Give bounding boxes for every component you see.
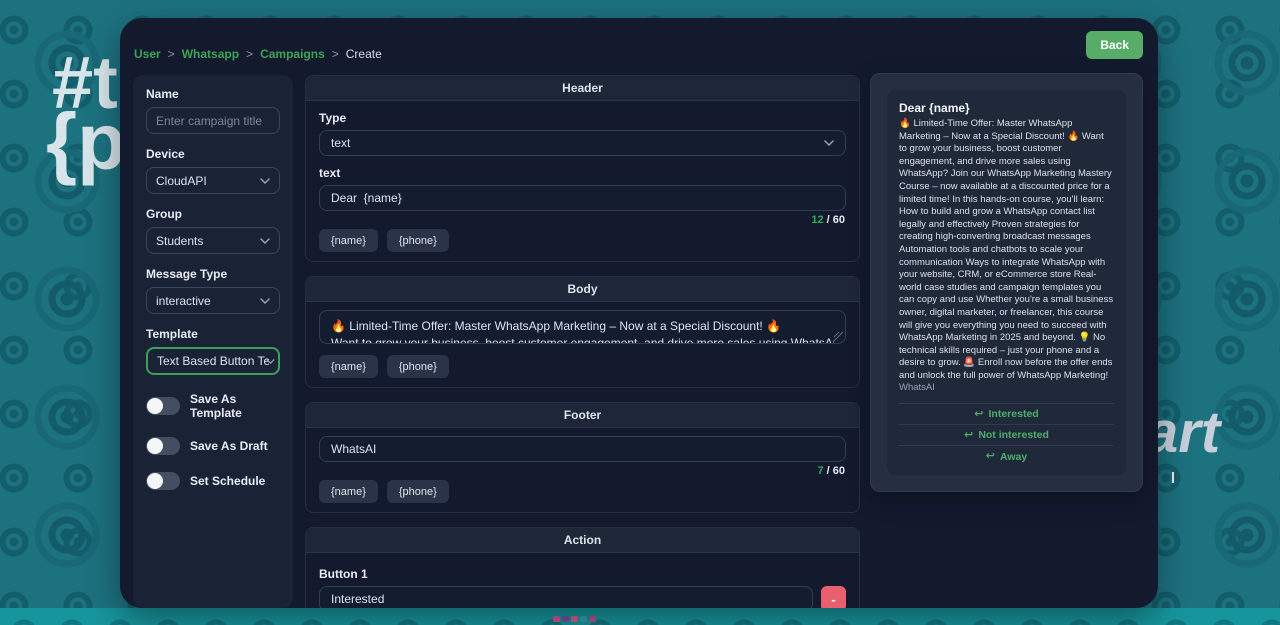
toggle-knob [147,438,163,454]
preview-button-label: Away [1000,451,1027,463]
header-type-label: Type [319,111,846,125]
template-field-group: Template Text Based Button Templat [146,327,280,375]
chevron-down-icon [824,140,834,146]
message-type-select[interactable]: interactive [146,287,280,314]
wallpaper-watermark [553,616,596,622]
group-select[interactable]: Students [146,227,280,254]
device-field-group: Device CloudAPI [146,147,280,194]
template-select[interactable]: Text Based Button Templat [146,347,280,375]
chevron-down-icon [260,298,270,304]
set-schedule-toggle[interactable]: Set Schedule [146,472,280,490]
action-section: Action Button 1 - Button 2 [305,527,860,608]
header-type-select[interactable]: text [319,130,846,156]
campaign-title-input[interactable] [146,107,280,134]
save-as-template-label: Save As Template [190,392,280,420]
header-text-input[interactable] [319,185,846,211]
set-schedule-label: Set Schedule [190,474,265,488]
breadcrumb-separator: > [168,47,175,61]
message-type-label: Message Type [146,267,280,281]
back-button[interactable]: Back [1086,31,1143,59]
message-type-field-group: Message Type interactive [146,267,280,314]
preview-button-label: Not interested [978,429,1049,441]
wallpaper-bottom-strip [0,608,1280,625]
action-section-title: Action [306,528,859,553]
message-type-select-value: interactive [156,294,211,308]
header-type-value: text [331,136,350,150]
insert-phone-variable-button[interactable]: {phone} [387,355,449,378]
device-select-value: CloudAPI [156,174,207,188]
message-preview-bubble: Dear {name} 🔥 Limited-Time Offer: Master… [887,90,1126,475]
preview-buttons: ↩ Interested ↩ Not interested ↩ Away [899,403,1114,467]
toggle-knob [147,398,163,414]
body-textarea[interactable]: 🔥 Limited-Time Offer: Master WhatsApp Ma… [319,310,846,344]
message-preview-card: Dear {name} 🔥 Limited-Time Offer: Master… [870,73,1143,492]
breadcrumb-whatsapp[interactable]: Whatsapp [182,47,239,61]
preview-button-interested[interactable]: ↩ Interested [899,404,1114,425]
campaign-settings-card: Name Device CloudAPI Group Students Mess… [133,75,293,608]
header-text-label: text [319,166,846,180]
breadcrumb-separator: > [246,47,253,61]
insert-phone-variable-button[interactable]: {phone} [387,229,449,252]
group-label: Group [146,207,280,221]
chevron-down-icon [260,238,270,244]
toggle-knob [147,473,163,489]
group-select-value: Students [156,234,203,248]
resize-handle[interactable] [834,332,843,341]
button1-text-input[interactable] [319,586,813,608]
insert-phone-variable-button[interactable]: {phone} [387,480,449,503]
footer-section: Footer 7 / 60 {name} {phone} [305,402,860,513]
preview-header-text: Dear {name} [899,101,1114,115]
save-as-template-toggle[interactable]: Save As Template [146,392,280,420]
insert-name-variable-button[interactable]: {name} [319,480,378,503]
footer-section-title: Footer [306,403,859,428]
wallpaper-mark [1172,472,1174,483]
breadcrumb-campaigns[interactable]: Campaigns [260,47,325,61]
preview-button-not-interested[interactable]: ↩ Not interested [899,425,1114,446]
breadcrumb-create: Create [346,47,382,61]
breadcrumb: User > Whatsapp > Campaigns > Create [134,47,382,61]
name-field-group: Name [146,87,280,134]
save-as-draft-toggle[interactable]: Save As Draft [146,437,280,455]
insert-name-variable-button[interactable]: {name} [319,355,378,378]
remove-button1-button[interactable]: - [821,586,846,608]
toggle-track [146,397,180,415]
header-section-title: Header [306,76,859,101]
header-char-count: 12 [811,214,823,226]
message-builder-column: Header Type text text 12 / 60 {name} {ph… [305,75,860,608]
footer-char-max: / 60 [824,465,845,477]
name-label: Name [146,87,280,101]
preview-body-text: 🔥 Limited-Time Offer: Master WhatsApp Ma… [899,118,1114,382]
chevron-down-icon [260,178,270,184]
reply-icon: ↩ [964,430,973,441]
device-select[interactable]: CloudAPI [146,167,280,194]
body-text-line1: 🔥 Limited-Time Offer: Master WhatsApp Ma… [331,318,834,335]
footer-text-input[interactable] [319,436,846,462]
button1-label: Button 1 [319,567,846,581]
save-as-draft-label: Save As Draft [190,439,268,453]
toggle-track [146,472,180,490]
preview-button-label: Interested [989,408,1039,420]
template-select-value: Text Based Button Templat [157,354,269,368]
header-char-max: / 60 [824,214,845,226]
body-section-title: Body [306,277,859,302]
body-section: Body 🔥 Limited-Time Offer: Master WhatsA… [305,276,860,388]
header-section: Header Type text text 12 / 60 {name} {ph… [305,75,860,262]
breadcrumb-user[interactable]: User [134,47,161,61]
chevron-down-icon [266,359,275,364]
insert-name-variable-button[interactable]: {name} [319,229,378,252]
device-label: Device [146,147,280,161]
footer-char-counter: 7 / 60 [319,462,846,477]
reply-icon: ↩ [974,409,983,420]
group-field-group: Group Students [146,207,280,254]
toggle-track [146,437,180,455]
breadcrumb-separator: > [332,47,339,61]
template-label: Template [146,327,280,341]
preview-button-away[interactable]: ↩ Away [899,446,1114,467]
body-text-line2: Want to grow your business, boost custom… [331,335,834,344]
header-char-counter: 12 / 60 [319,211,846,226]
preview-footer-text: WhatsAI [899,382,1114,395]
reply-icon: ↩ [986,451,995,462]
